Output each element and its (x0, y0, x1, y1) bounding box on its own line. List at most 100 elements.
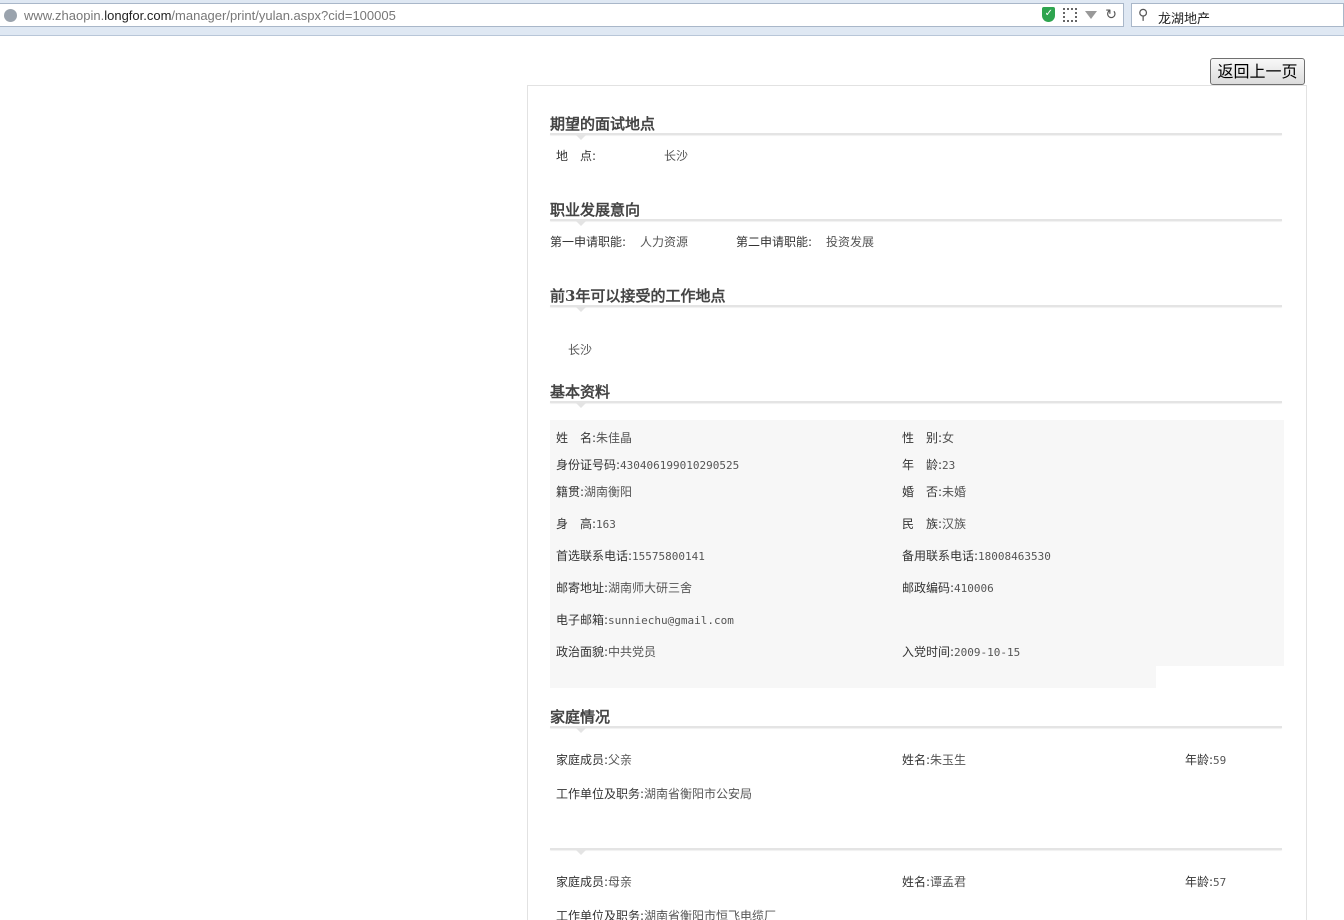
search-box[interactable]: ⚲ 龙湖地产 (1131, 3, 1344, 27)
email-label: 电子邮箱: (556, 613, 609, 627)
phone-field: 首选联系电话:15575800141 (556, 547, 705, 564)
section-divider (550, 133, 1282, 140)
zip-value: 410006 (954, 582, 994, 595)
address-bar[interactable]: www.zhaopin.longfor.com/manager/print/yu… (0, 3, 1124, 27)
basic-section-title: 基本资料 (550, 383, 611, 401)
ethnic-field: 民 族:汉族 (902, 515, 966, 532)
marital-label: 婚 否: (902, 485, 943, 499)
phone-label: 首选联系电话: (556, 549, 633, 563)
family-work-field: 工作单位及职务:湖南省衡阳市公安局 (556, 785, 752, 802)
member-label: 家庭成员: (556, 875, 609, 889)
work-location-section-title: 前3年可以接受的工作地点 (550, 287, 726, 305)
family-name-field: 姓名:朱玉生 (902, 751, 966, 768)
globe-icon (4, 9, 17, 22)
join-date-label: 入党时间: (902, 645, 955, 659)
member-name-label: 姓名: (902, 753, 931, 767)
member-relation: 父亲 (608, 753, 633, 767)
refresh-icon[interactable]: ↻ (1105, 8, 1117, 22)
first-function-value: 人力资源 (640, 235, 689, 249)
url-prefix: www.zhaopin. (24, 8, 105, 23)
political-value: 中共党员 (608, 645, 657, 659)
gender-field: 性 别:女 (902, 429, 954, 446)
name-value: 朱佳晶 (596, 431, 633, 445)
section-divider (550, 726, 1282, 733)
qr-code-icon[interactable] (1063, 7, 1078, 22)
section-divider (550, 401, 1282, 408)
id-label: 身份证号码: (556, 458, 621, 472)
shield-icon[interactable]: ✓ (1042, 7, 1056, 22)
second-function-label: 第二申请职能: (736, 235, 813, 249)
hometown-value: 湖南衡阳 (584, 485, 633, 499)
gender-label: 性 别: (902, 431, 943, 445)
dropdown-arrow-icon[interactable] (1085, 10, 1098, 19)
member-work-label: 工作单位及职务: (556, 909, 645, 920)
url-path: /manager/print/yulan.aspx?cid=100005 (171, 8, 396, 23)
address-field: 邮寄地址:湖南师大研三舍 (556, 579, 692, 596)
url-domain: longfor.com (104, 8, 172, 23)
resume-panel: 期望的面试地点 地 点: 长沙 职业发展意向 第一申请职能: 人力资源 第二申请… (527, 85, 1307, 920)
email-value: sunniechu@gmail.com (608, 614, 734, 627)
member-name-label: 姓名: (902, 875, 931, 889)
age-label: 年 龄: (902, 458, 943, 472)
family-name-field: 姓名:谭孟君 (902, 873, 966, 890)
alt-phone-value: 18008463530 (978, 550, 1051, 563)
member-name: 朱玉生 (930, 753, 967, 767)
marital-field: 婚 否:未婚 (902, 483, 966, 500)
family-member-field: 家庭成员:父亲 (556, 751, 632, 768)
family-age-field: 年龄:59 (1185, 751, 1226, 768)
hometown-label: 籍贯: (556, 485, 585, 499)
back-button[interactable]: 返回上一页 (1210, 58, 1305, 85)
ethnic-label: 民 族: (902, 517, 943, 531)
age-field: 年 龄:23 (902, 456, 955, 473)
email-field: 电子邮箱:sunniechu@gmail.com (556, 611, 734, 628)
hometown-field: 籍贯:湖南衡阳 (556, 483, 632, 500)
ethnic-value: 汉族 (942, 517, 967, 531)
political-label: 政治面貌: (556, 645, 609, 659)
id-value: 430406199010290525 (620, 459, 740, 472)
gender-value: 女 (942, 431, 955, 445)
family-work-field: 工作单位及职务:湖南省衡阳市恒飞电缆厂 (556, 907, 776, 920)
basic-info-background (550, 666, 1156, 688)
member-work: 湖南省衡阳市公安局 (644, 787, 753, 801)
family-member-field: 家庭成员:母亲 (556, 873, 632, 890)
alt-phone-label: 备用联系电话: (902, 549, 979, 563)
family-age-field: 年龄:57 (1185, 873, 1226, 890)
alt-phone-field: 备用联系电话:18008463530 (902, 547, 1051, 564)
browser-toolbar: www.zhaopin.longfor.com/manager/print/yu… (0, 0, 1344, 36)
address-value: 湖南师大研三舍 (608, 581, 693, 595)
url-text[interactable]: www.zhaopin.longfor.com/manager/print/yu… (24, 8, 396, 23)
height-field: 身 高:163 (556, 515, 616, 532)
member-age-label: 年龄: (1185, 875, 1214, 889)
family-section-title: 家庭情况 (550, 708, 611, 726)
interview-section-title: 期望的面试地点 (550, 115, 656, 133)
member-work: 湖南省衡阳市恒飞电缆厂 (644, 909, 777, 920)
phone-value: 15575800141 (632, 550, 705, 563)
section-divider (550, 848, 1282, 855)
location-value: 长沙 (664, 149, 689, 163)
member-age: 57 (1213, 876, 1227, 889)
marital-value: 未婚 (942, 485, 967, 499)
join-date-field: 入党时间:2009-10-15 (902, 643, 1020, 660)
second-function-value: 投资发展 (826, 235, 875, 249)
section-divider (550, 305, 1282, 312)
height-label: 身 高: (556, 517, 597, 531)
location-label: 地 点: (556, 149, 597, 163)
zip-label: 邮政编码: (902, 581, 955, 595)
member-age: 59 (1213, 754, 1227, 767)
name-field: 姓 名:朱佳晶 (556, 429, 632, 446)
work-location-value: 长沙 (568, 343, 593, 357)
zip-field: 邮政编码:410006 (902, 579, 994, 596)
age-value: 23 (942, 459, 956, 472)
member-work-label: 工作单位及职务: (556, 787, 645, 801)
member-age-label: 年龄: (1185, 753, 1214, 767)
member-relation: 母亲 (608, 875, 633, 889)
height-value: 163 (596, 518, 616, 531)
first-function-label: 第一申请职能: (550, 235, 627, 249)
section-divider (550, 219, 1282, 226)
career-section-title: 职业发展意向 (550, 201, 641, 219)
search-input[interactable]: 龙湖地产 (1158, 8, 1210, 27)
address-label: 邮寄地址: (556, 581, 609, 595)
id-field: 身份证号码:430406199010290525 (556, 456, 739, 473)
search-icon: ⚲ (1138, 7, 1149, 23)
name-label: 姓 名: (556, 431, 597, 445)
